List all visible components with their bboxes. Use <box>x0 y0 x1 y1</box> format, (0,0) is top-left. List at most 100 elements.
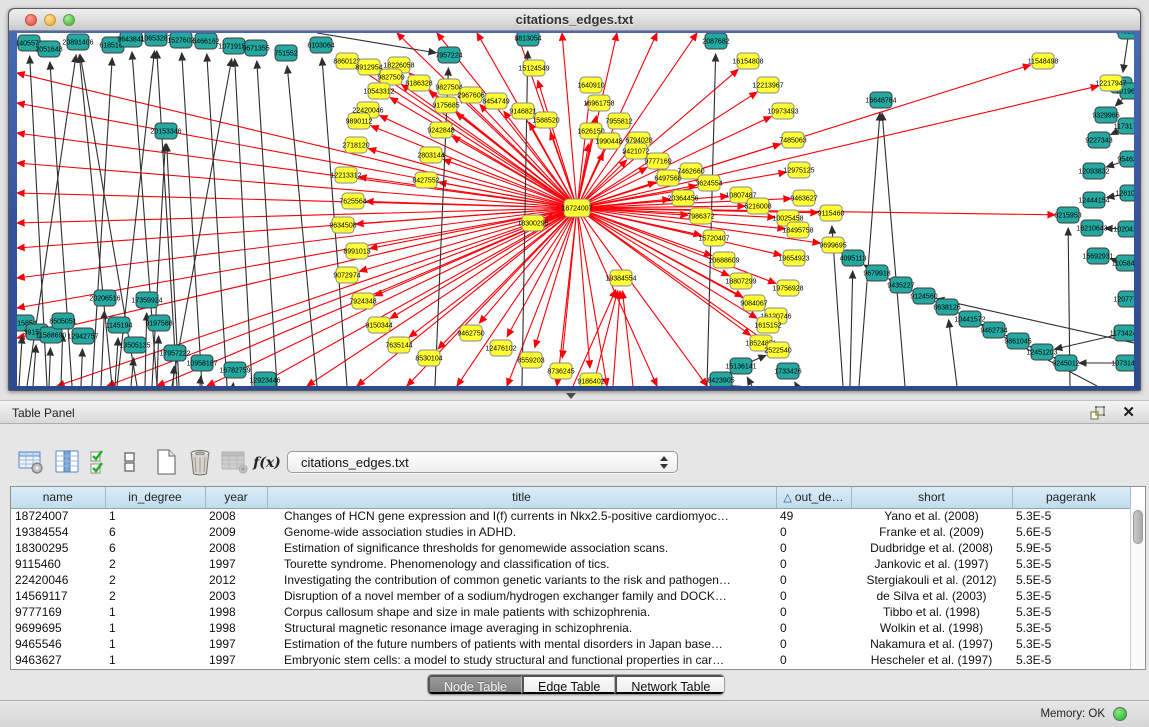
node-teal-16210643[interactable]: 16210643 <box>1076 220 1107 236</box>
node-yellow-8427552[interactable]: 8427552 <box>412 172 439 188</box>
node-teal-6466162[interactable]: 6466162 <box>192 33 219 49</box>
node-yellow-9634508[interactable]: 9634508 <box>329 217 356 233</box>
node-yellow-9242848[interactable]: 9242848 <box>427 122 454 138</box>
citation-edge-red[interactable] <box>359 208 577 271</box>
node-yellow-20364456[interactable]: 20364456 <box>667 190 698 206</box>
table-vertical-scrollbar[interactable] <box>1130 508 1145 669</box>
node-yellow-2522540[interactable]: 2522540 <box>764 342 791 358</box>
citation-edge-black[interactable] <box>200 376 201 386</box>
citation-edge-black[interactable] <box>882 113 905 386</box>
citation-edge-red[interactable] <box>622 291 633 386</box>
tab-node-table[interactable]: Node Table <box>428 675 522 694</box>
node-yellow-7485063[interactable]: 7485063 <box>779 132 806 148</box>
node-teal-7957224[interactable]: 7957224 <box>435 47 462 63</box>
new-column-button[interactable] <box>152 448 180 476</box>
memory-status-indicator[interactable] <box>1113 707 1127 721</box>
select-rows-button[interactable] <box>89 448 117 476</box>
citation-edge-black[interactable] <box>949 320 957 386</box>
node-yellow-1640910[interactable]: 1640910 <box>577 77 604 93</box>
function-builder-button[interactable]: f(x) <box>252 452 282 474</box>
citation-edge-black[interactable] <box>157 336 159 386</box>
node-yellow-2967606[interactable]: 2967606 <box>457 87 484 103</box>
column-header-year[interactable]: year <box>205 487 267 508</box>
node-teal-12942757[interactable]: 12942757 <box>67 328 98 344</box>
node-teal-11058474[interactable]: 11058474 <box>1112 255 1134 271</box>
node-teal-20891406[interactable]: 20891406 <box>62 34 93 50</box>
node-yellow-8454749[interactable]: 8454749 <box>482 93 509 109</box>
table-row[interactable]: 946362711997Embryonic stem cells: a mode… <box>11 652 1130 668</box>
citation-edge-red[interactable] <box>577 208 776 283</box>
node-teal-17359924[interactable]: 17359924 <box>131 292 162 308</box>
citation-edge-red[interactable] <box>577 208 607 386</box>
node-teal-2051648[interactable]: 2051648 <box>35 41 62 57</box>
table-row[interactable]: 969969511998Structural magnetic resonanc… <box>11 620 1130 636</box>
column-header-short[interactable]: short <box>851 487 1012 508</box>
node-yellow-2718120[interactable]: 2718120 <box>342 137 369 153</box>
node-teal-13505135[interactable]: 13505135 <box>119 337 150 353</box>
node-teal-8215953[interactable]: 8215953 <box>1054 207 1081 223</box>
node-yellow-18495758[interactable]: 18495758 <box>782 222 813 238</box>
node-yellow-12476102[interactable]: 12476102 <box>485 340 516 356</box>
node-teal-10204195[interactable]: 10204195 <box>1113 221 1134 237</box>
node-yellow-16961758[interactable]: 16961758 <box>583 95 614 111</box>
node-teal-16782759[interactable]: 16782759 <box>219 362 250 378</box>
citation-edge-black[interactable] <box>182 53 202 386</box>
node-teal-9435227[interactable]: 9435227 <box>887 277 914 293</box>
node-teal-9197588[interactable]: 9197588 <box>145 315 172 331</box>
node-teal-12610651[interactable]: 12610651 <box>1115 185 1134 201</box>
citation-edge-red[interactable] <box>577 208 707 386</box>
node-yellow-3624554[interactable]: 3624554 <box>695 175 722 191</box>
node-teal-9546325[interactable]: 9546325 <box>1117 151 1134 167</box>
import-table-button-disabled[interactable] <box>220 448 248 476</box>
table-settings-button[interactable] <box>17 448 45 476</box>
node-yellow-7924348[interactable]: 7924348 <box>349 293 376 309</box>
column-header-in_degree[interactable]: in_degree <box>105 487 205 508</box>
node-yellow-15720407[interactable]: 15720407 <box>698 230 729 246</box>
table-row[interactable]: 1872400712008Changes of HCN gene express… <box>11 508 1130 524</box>
select-column-button[interactable] <box>53 448 81 476</box>
citation-edge-black[interactable] <box>101 311 104 386</box>
node-teal-9329966[interactable]: 9329966 <box>1092 107 1119 123</box>
node-teal-8638126[interactable]: 8638126 <box>933 299 960 315</box>
citation-edge-red[interactable] <box>17 193 577 208</box>
node-yellow-12213967[interactable]: 12213967 <box>752 77 783 93</box>
column-header-pagerank[interactable]: pagerank <box>1012 487 1130 508</box>
node-teal-12923446[interactable]: 12923446 <box>249 372 280 386</box>
node-yellow-9150344[interactable]: 9150344 <box>365 317 392 333</box>
table-row[interactable]: 946554611997Estimation of the future num… <box>11 636 1130 652</box>
node-yellow-2803144[interactable]: 2803144 <box>417 147 444 163</box>
table-source-select[interactable]: citations_edges.txt <box>287 451 678 473</box>
node-yellow-9777169[interactable]: 9777169 <box>644 153 671 169</box>
node-yellow-15124549[interactable]: 15124549 <box>518 60 549 76</box>
node-yellow-9072974[interactable]: 9072974 <box>333 267 360 283</box>
node-yellow-16154808[interactable]: 16154808 <box>732 53 763 69</box>
citation-edge-black[interactable] <box>287 66 317 386</box>
node-yellow-7986372[interactable]: 7986372 <box>687 208 714 224</box>
node-yellow-1990448[interactable]: 1990448 <box>595 133 622 149</box>
citation-edge-black[interactable] <box>317 33 436 53</box>
citation-edge-black[interactable] <box>173 366 174 386</box>
node-yellow-9463627[interactable]: 9463627 <box>790 190 817 206</box>
node-yellow-9175685[interactable]: 9175685 <box>432 97 459 113</box>
node-yellow-12213312[interactable]: 12213312 <box>330 167 361 183</box>
column-header-name[interactable]: name <box>11 487 105 508</box>
node-teal-9679918[interactable]: 9679918 <box>863 265 890 281</box>
node-teal-9245012[interactable]: 9245012 <box>1052 355 1079 371</box>
citation-edge-black[interactable] <box>850 271 853 386</box>
node-yellow-11548498[interactable]: 11548498 <box>1028 53 1059 69</box>
citation-edge-black[interactable] <box>795 382 797 386</box>
node-teal-1527602[interactable]: 1527602 <box>167 33 194 48</box>
node-yellow-1615152[interactable]: 1615152 <box>754 317 781 333</box>
node-teal-9462734[interactable]: 9462734 <box>980 322 1007 338</box>
node-yellow-8736245[interactable]: 8736245 <box>547 363 574 379</box>
table-row[interactable]: 1830029562008Estimation of significance … <box>11 540 1130 556</box>
node-yellow-10543312[interactable]: 10543312 <box>363 83 394 99</box>
delete-column-button[interactable] <box>186 448 214 476</box>
node-teal-1733426[interactable]: 1733426 <box>774 363 801 379</box>
splitter-handle[interactable] <box>566 393 576 399</box>
column-header-out_de[interactable]: △out_de… <box>776 487 851 508</box>
node-yellow-19654923[interactable]: 19654923 <box>778 250 809 266</box>
node-teal-17957222[interactable]: 17957222 <box>159 345 190 361</box>
network-window-titlebar[interactable]: citations_edges.txt <box>9 9 1140 31</box>
citation-edge-red[interactable] <box>573 290 616 386</box>
